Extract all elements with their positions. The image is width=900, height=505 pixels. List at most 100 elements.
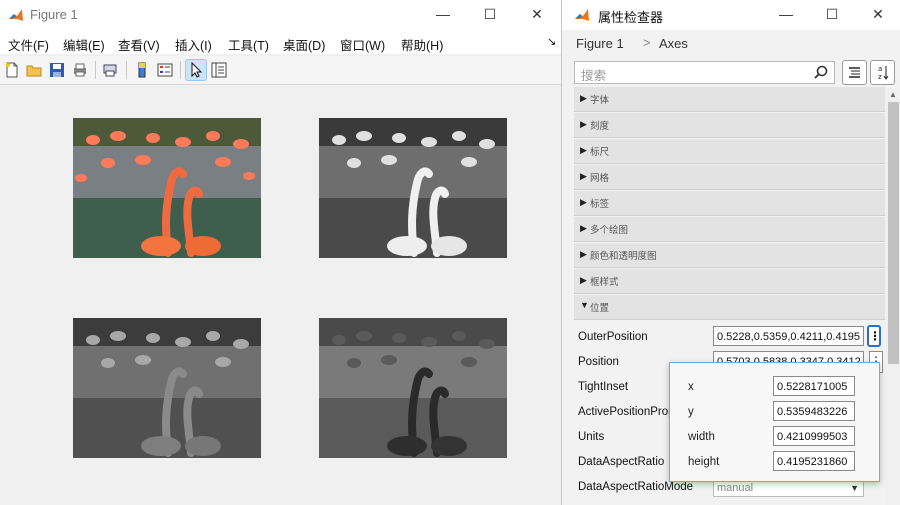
svg-text:z: z bbox=[878, 73, 882, 81]
outerposition-field[interactable]: 0.5228,0.5359,0.4211,0.4195 bbox=[713, 326, 864, 346]
sort-az-icon: az bbox=[878, 65, 889, 81]
breadcrumb: Figure 1 > Axes bbox=[562, 30, 900, 57]
section-label: 标尺 bbox=[590, 147, 610, 158]
breadcrumb-axes[interactable]: Axes bbox=[659, 36, 688, 51]
expand-arrow-icon[interactable]: ▶ bbox=[580, 223, 587, 234]
matlab-logo-icon bbox=[9, 9, 23, 21]
inspector-title: 属性检查器 bbox=[598, 10, 664, 25]
image-flamingos-color[interactable] bbox=[73, 118, 261, 258]
property-inspector-icon[interactable] bbox=[209, 60, 229, 80]
svg-text:a: a bbox=[878, 65, 882, 73]
section-label: 框样式 bbox=[590, 277, 619, 288]
image-flamingos-gray-mid[interactable] bbox=[73, 318, 261, 458]
print-icon[interactable] bbox=[70, 60, 90, 80]
popup-height-field[interactable]: 0.4195231860 bbox=[773, 451, 855, 471]
colorbar-icon[interactable] bbox=[132, 60, 152, 80]
more-options-icon[interactable]: ⋮ bbox=[867, 325, 881, 347]
figure-toolbar bbox=[0, 56, 561, 85]
maximize-button[interactable]: ☐ bbox=[467, 0, 513, 31]
section-labels[interactable]: ▶ 标签 bbox=[574, 191, 885, 216]
toolbar-separator bbox=[180, 61, 181, 79]
figure-window: Figure 1 — ☐ ✕ 文件(F) 编辑(E) 查看(V) 插入(I) 工… bbox=[0, 0, 561, 505]
popup-label-x: x bbox=[688, 381, 694, 393]
inspector-scrollbar[interactable]: ▲ bbox=[886, 88, 900, 505]
matlab-logo-icon bbox=[575, 9, 589, 21]
section-ticks[interactable]: ▶ 刻度 bbox=[574, 113, 885, 138]
search-icon[interactable] bbox=[814, 65, 828, 79]
figure-title: Figure 1 bbox=[30, 7, 78, 22]
minimize-button[interactable]: — bbox=[763, 0, 809, 31]
section-label: 位置 bbox=[590, 303, 610, 314]
expand-arrow-icon[interactable]: ▶ bbox=[580, 145, 587, 156]
section-font[interactable]: ▶ 字体 bbox=[574, 87, 885, 112]
expand-arrow-icon[interactable]: ▶ bbox=[580, 119, 587, 130]
menu-file[interactable]: 文件(F) bbox=[8, 35, 49, 54]
prop-name-dataaspectratio: DataAspectRatio bbox=[578, 456, 665, 468]
section-color-alpha[interactable]: ▶ 颜色和透明度图 bbox=[574, 243, 885, 268]
expand-arrow-icon[interactable]: ▶ bbox=[580, 171, 587, 182]
new-figure-icon[interactable] bbox=[2, 60, 22, 80]
search-placeholder: 搜索 bbox=[581, 69, 607, 83]
popup-y-field[interactable]: 0.5359483226 bbox=[773, 401, 855, 421]
section-label: 刻度 bbox=[590, 121, 610, 132]
collapse-arrow-icon[interactable]: ▼ bbox=[580, 300, 589, 310]
scroll-up-icon[interactable]: ▲ bbox=[889, 90, 897, 99]
close-button[interactable]: ✕ bbox=[855, 0, 900, 31]
section-grid[interactable]: ▶ 网格 bbox=[574, 165, 885, 190]
menu-desktop[interactable]: 桌面(D) bbox=[283, 35, 325, 54]
popup-width-field[interactable]: 0.4210999503 bbox=[773, 426, 855, 446]
undock-arrow-icon[interactable]: ↘ bbox=[547, 35, 556, 48]
image-flamingos-gray-dark[interactable] bbox=[319, 318, 507, 458]
section-multiple-plots[interactable]: ▶ 多个绘图 bbox=[574, 217, 885, 242]
popup-label-width: width bbox=[688, 431, 715, 443]
maximize-button[interactable]: ☐ bbox=[809, 0, 855, 31]
dropdown-value: manual bbox=[717, 482, 754, 494]
minimize-button[interactable]: — bbox=[420, 0, 466, 31]
list-icon bbox=[849, 67, 860, 78]
section-box-styling[interactable]: ▶ 框样式 bbox=[574, 269, 885, 294]
prop-name-dataaspectratiomode: DataAspectRatioMode bbox=[578, 481, 694, 493]
section-label: 多个绘图 bbox=[590, 225, 629, 236]
prop-name-outerposition: OuterPosition bbox=[578, 331, 648, 343]
scrollbar-thumb[interactable] bbox=[888, 102, 899, 364]
expand-arrow-icon[interactable]: ▶ bbox=[580, 197, 587, 208]
section-position[interactable]: ▼ 位置 bbox=[574, 295, 885, 320]
menu-help[interactable]: 帮助(H) bbox=[401, 35, 443, 54]
toolbar-separator bbox=[126, 61, 127, 79]
toolbar-separator bbox=[95, 61, 96, 79]
figure-menubar: 文件(F) 编辑(E) 查看(V) 插入(I) 工具(T) 桌面(D) 窗口(W… bbox=[0, 31, 561, 54]
popup-label-y: y bbox=[688, 406, 694, 418]
section-label: 颜色和透明度图 bbox=[590, 251, 657, 262]
section-label: 标签 bbox=[590, 199, 610, 210]
expand-arrow-icon[interactable]: ▶ bbox=[580, 93, 587, 104]
menu-insert[interactable]: 插入(I) bbox=[175, 35, 212, 54]
sort-az-button[interactable]: az bbox=[870, 60, 895, 85]
expand-arrow-icon[interactable]: ▶ bbox=[580, 275, 587, 286]
close-button[interactable]: ✕ bbox=[514, 0, 560, 31]
inspector-titlebar: 属性检查器 — ☐ ✕ bbox=[562, 0, 900, 30]
prop-name-tightinset: TightInset bbox=[578, 381, 629, 393]
open-folder-icon[interactable] bbox=[24, 60, 44, 80]
popup-label-height: height bbox=[688, 456, 720, 468]
expand-arrow-icon[interactable]: ▶ bbox=[580, 249, 587, 260]
menu-tools[interactable]: 工具(T) bbox=[228, 35, 269, 54]
breadcrumb-separator: > bbox=[643, 35, 651, 50]
menu-edit[interactable]: 编辑(E) bbox=[63, 35, 105, 54]
prop-name-position: Position bbox=[578, 356, 619, 368]
figure-canvas[interactable] bbox=[0, 85, 561, 505]
image-flamingos-gray-light[interactable] bbox=[319, 118, 507, 258]
popup-x-field[interactable]: 0.5228171005 bbox=[773, 376, 855, 396]
edit-plot-arrow-icon[interactable] bbox=[185, 59, 207, 81]
section-rulers[interactable]: ▶ 标尺 bbox=[574, 139, 885, 164]
section-label: 网格 bbox=[590, 173, 610, 184]
menu-view[interactable]: 查看(V) bbox=[118, 35, 160, 54]
section-label: 字体 bbox=[590, 95, 610, 106]
save-icon[interactable] bbox=[47, 60, 67, 80]
legend-icon[interactable] bbox=[155, 60, 175, 80]
print-preview-icon[interactable] bbox=[100, 60, 120, 80]
position-vector-popup: x 0.5228171005 y 0.5359483226 width 0.42… bbox=[669, 362, 880, 482]
menu-window[interactable]: 窗口(W) bbox=[340, 35, 385, 54]
breadcrumb-figure[interactable]: Figure 1 bbox=[576, 36, 624, 51]
group-view-button[interactable] bbox=[842, 60, 867, 85]
search-input[interactable]: 搜索 bbox=[574, 61, 835, 84]
